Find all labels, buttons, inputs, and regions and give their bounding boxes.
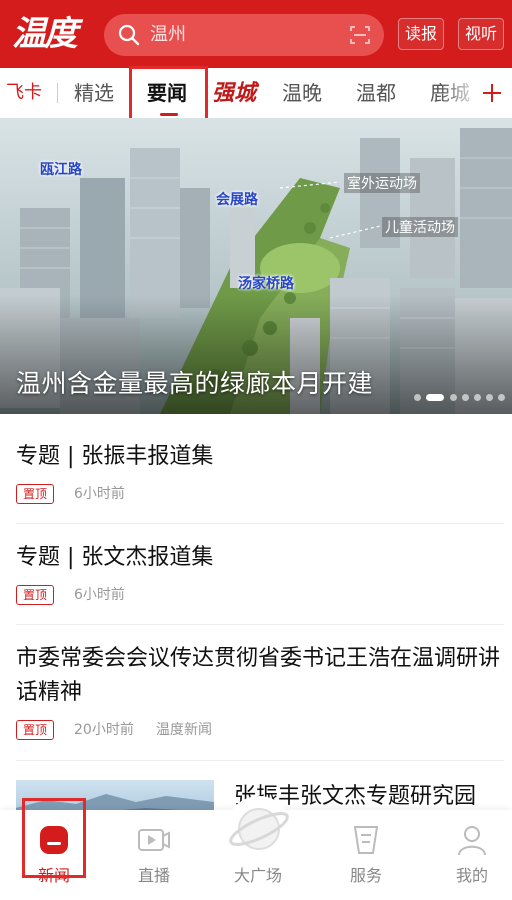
nav-label: 服务 [349,866,382,885]
tab-wendu[interactable]: 温都 [356,68,396,118]
carousel-dot[interactable] [414,394,421,401]
read-paper-button[interactable]: 读报 [398,18,445,50]
pinned-badge: 置顶 [16,720,54,740]
map-label-outdoor-field: 室外运动场 [344,173,420,193]
news-time: 6小时前 [74,587,125,603]
active-tab-highlight-box [129,66,208,124]
channel-tabs: 飞卡 精选 要闻 强城 温晚 温都 鹿城 [0,68,512,118]
top-bar: 温度 温州 读报 视听 [0,0,512,68]
nav-label: 大广场 [233,866,282,885]
search-placeholder[interactable]: 温州 [150,14,186,56]
map-label-kids-field: 儿童活动场 [382,217,458,237]
news-meta: 置顶 6小时前 [16,585,316,605]
user-icon [458,826,486,856]
carousel-dot-active[interactable] [426,394,444,401]
add-channel-icon[interactable] [482,83,502,103]
news-meta: 置顶 6小时前 [16,484,316,504]
service-icon [353,826,379,854]
watch-listen-button[interactable]: 视听 [458,18,505,50]
carousel-dot[interactable] [486,394,493,401]
pinned-badge: 置顶 [16,585,54,605]
scan-icon[interactable] [350,25,370,45]
tab-wenwan[interactable]: 温晚 [282,68,322,118]
app-logo[interactable]: 温度 [12,10,88,58]
news-item[interactable]: 专题 | 张文杰报道集 置顶 6小时前 [16,541,504,609]
nav-live[interactable]: 直播 [114,810,194,900]
plaza-center-button[interactable] [226,796,292,862]
video-icon [138,829,170,851]
news-item[interactable]: 市委常委会会议传达贯彻省委书记王浩在温调研讲话精神 置顶 20小时前 温度新闻 [16,642,504,742]
news-item[interactable]: 专题 | 张振丰报道集 置顶 6小时前 [16,440,504,508]
carousel-dot[interactable] [498,394,505,401]
map-label-ojiang-road: 瓯江路 [40,162,82,178]
tab-divider [57,83,58,103]
carousel-dot[interactable] [450,394,457,401]
search-bar[interactable]: 温州 [104,14,384,56]
nav-profile[interactable]: 我的 [432,810,512,900]
divider [16,760,504,761]
tabs-fade [440,68,482,118]
map-label-huizhan-road: 会展路 [216,192,258,208]
search-icon [118,24,140,46]
map-label-tangjiaqiao-road: 汤家桥路 [238,276,294,292]
divider [16,523,504,524]
pinned-badge: 置顶 [16,484,54,504]
news-time: 6小时前 [74,486,125,502]
active-nav-highlight-box [22,798,86,878]
nav-label: 我的 [455,866,488,885]
tab-qiangcheng[interactable]: 强城 [212,68,256,118]
tab-feika[interactable]: 飞卡 [6,68,42,118]
nav-label: 直播 [137,866,170,885]
news-title[interactable]: 市委常委会会议传达贯彻省委书记王浩在温调研讲话精神 [16,642,504,710]
news-time: 20小时前 [74,722,134,738]
carousel-dot[interactable] [462,394,469,401]
tab-jingxuan[interactable]: 精选 [74,68,114,118]
news-meta: 置顶 20小时前 温度新闻 [16,720,316,740]
news-title[interactable]: 专题 | 张振丰报道集 [16,440,504,474]
hero-title[interactable]: 温州含金量最高的绿廊本月开建 [16,364,373,400]
news-title[interactable]: 专题 | 张文杰报道集 [16,541,504,575]
nav-service[interactable]: 服务 [326,810,406,900]
carousel-dot[interactable] [474,394,481,401]
news-source: 温度新闻 [156,722,212,738]
divider [16,624,504,625]
planet-icon [229,808,289,850]
